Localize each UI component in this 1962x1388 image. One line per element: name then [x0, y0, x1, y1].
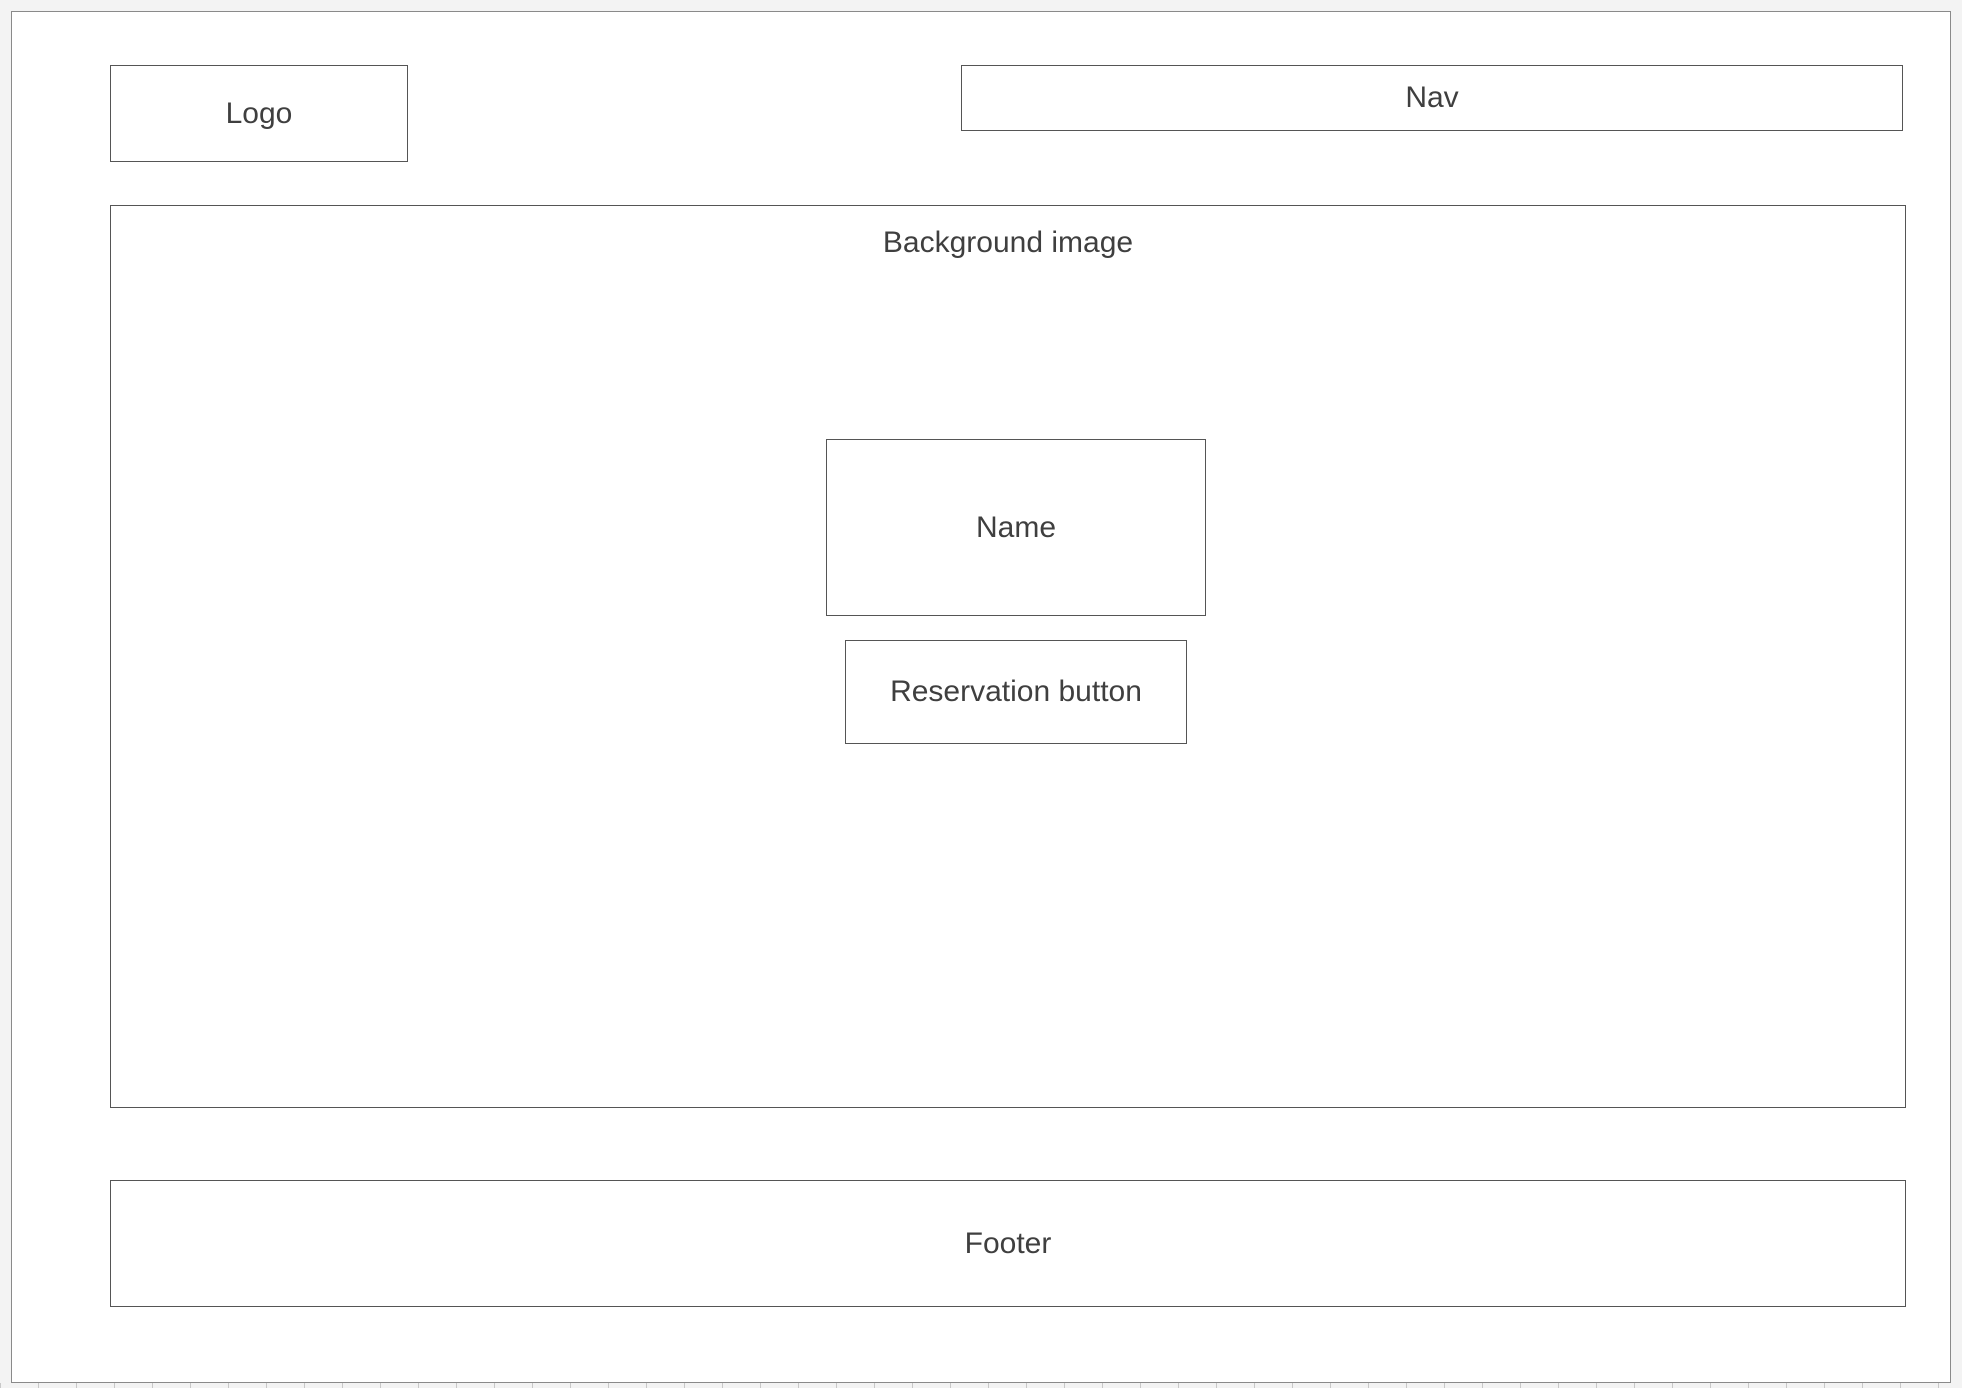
background-image-label: Background image	[882, 226, 1134, 259]
nav-label: Nav	[1405, 81, 1459, 114]
diagram-canvas: Logo Nav Background image Name Reservati…	[0, 0, 1962, 1388]
name-placeholder: Name	[826, 439, 1206, 616]
footer-placeholder: Footer	[110, 1180, 1906, 1307]
name-label: Name	[975, 510, 1057, 544]
reservation-button-label: Reservation button	[890, 675, 1142, 708]
nav-placeholder[interactable]: Nav	[961, 65, 1903, 131]
canvas-ruler	[0, 1383, 1962, 1388]
logo-placeholder[interactable]: Logo	[110, 65, 408, 162]
reservation-button[interactable]: Reservation button	[845, 640, 1187, 744]
logo-label: Logo	[225, 96, 293, 130]
footer-label: Footer	[964, 1226, 1052, 1260]
